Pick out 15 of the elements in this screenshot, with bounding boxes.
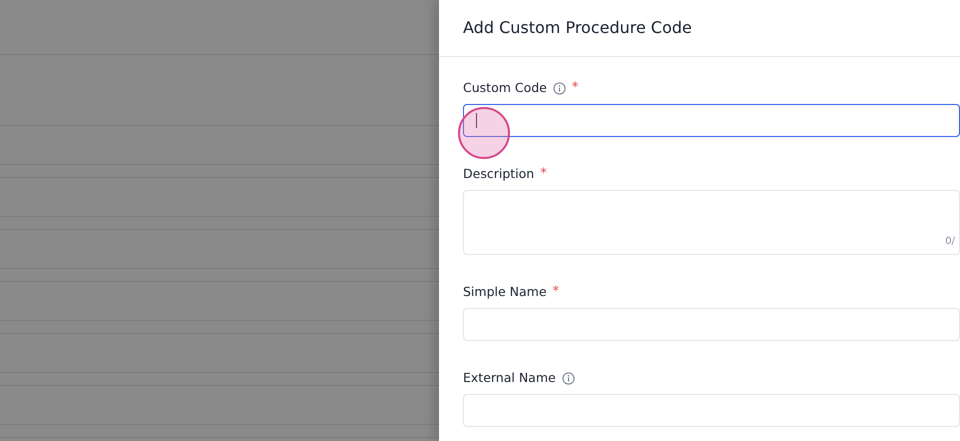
drawer-title: Add Custom Procedure Code [463, 18, 692, 38]
text-cursor [476, 113, 477, 128]
input-field[interactable] [463, 104, 960, 137]
field-label: Description [463, 164, 534, 183]
field-label: Custom Code [463, 78, 547, 97]
character-counter: 0/ [945, 235, 955, 249]
info-icon[interactable] [552, 82, 566, 94]
required-mark: * [572, 79, 578, 98]
text-area[interactable]: 0/ [463, 190, 960, 255]
field-label: Simple Name [463, 282, 547, 301]
touch-indicator [458, 107, 510, 159]
required-mark: * [552, 283, 560, 302]
required-mark: * [540, 165, 547, 184]
info-icon[interactable] [562, 372, 575, 384]
field-label: External Name [463, 368, 556, 387]
